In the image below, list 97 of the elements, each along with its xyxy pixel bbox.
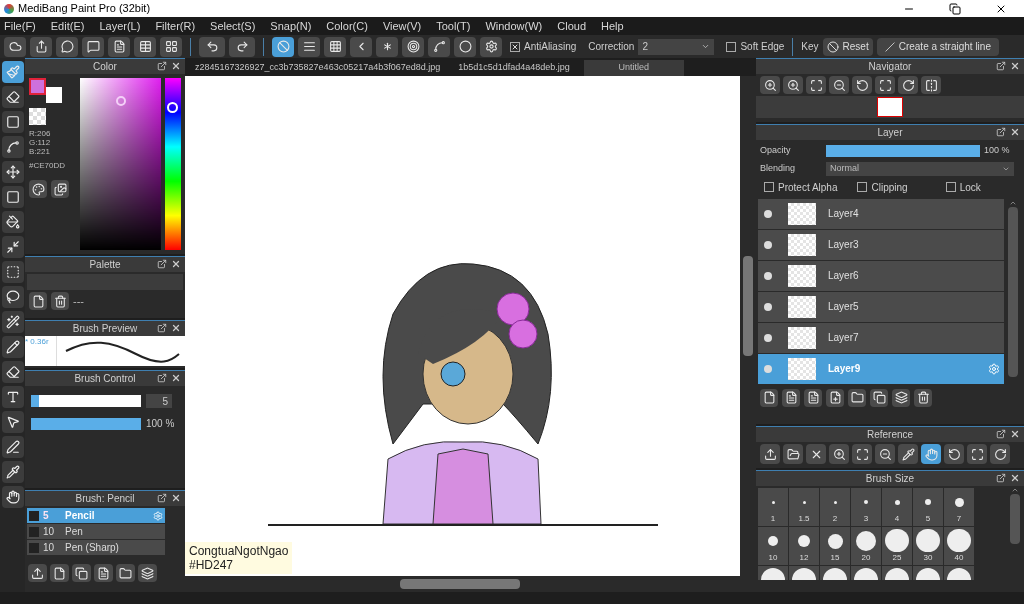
brush-size-cell[interactable]: 25 [882,527,912,565]
size-label: 25 [892,552,902,564]
size-label: 12 [799,552,809,564]
panel-title: Brush Preview [72,322,138,336]
window-title: MediBang Paint Pro (32bit) [18,1,151,17]
document-tab[interactable]: z2845167326927_cc3b735827e463c05217a4b3f067ed8d.jpg [191,60,445,76]
panel-title: Layer [877,126,903,140]
size-label: 3 [863,513,869,525]
hex-value: #CE70DD [29,160,66,172]
brush-size-cell[interactable]: 7 [944,488,974,526]
brush-size-cell[interactable]: 30 [913,527,943,565]
layer-row[interactable]: Layer5 [758,291,1004,323]
blending-dropdown[interactable]: Normal [826,161,1014,176]
panel-title: Navigator [868,60,912,74]
size-label: 20 [861,552,871,564]
rgb-value: B:221 [29,147,51,156]
menu-item[interactable]: File(F) [4,17,36,35]
menu-item[interactable]: Snap(N) [270,17,312,35]
brush-size-cell[interactable]: 4 [882,488,912,526]
size-label: 2 [832,513,838,525]
panel-title: Brush: Pencil [75,492,135,506]
size-label: 40 [954,552,964,564]
panel-title: Reference [866,428,914,442]
panel-title: Brush Size [865,472,915,486]
menu-item[interactable]: Filter(R) [155,17,196,35]
layer-name: Layer4 [828,207,859,221]
brush-size-cell[interactable]: 1.5 [789,488,819,526]
menu-item[interactable]: Select(S) [210,17,256,35]
canvas[interactable]: CongtuaNgotNgao #HD247 [185,76,740,576]
brush-name: Pencil [65,509,95,523]
brush-size-field[interactable]: 5 [146,394,172,408]
menu-item[interactable]: Help [601,17,624,35]
checkbox-label: Protect Alpha [778,180,838,195]
canvas-caption: #HD247 [189,558,235,572]
brush-size-cell[interactable]: 12 [789,527,819,565]
menu-item[interactable]: View(V) [382,17,422,35]
opacity-label: Opacity [760,144,792,157]
menu-item[interactable]: Color(C) [326,17,368,35]
brush-size-cell[interactable]: 5 [913,488,943,526]
size-label: 10 [768,552,778,564]
menu-item[interactable]: Layer(L) [99,17,141,35]
correction-label: Correction [588,40,635,54]
brush-size-cell[interactable]: 1 [758,488,788,526]
layer-row[interactable]: Layer6 [758,260,1004,292]
layer-name: Layer7 [828,331,859,345]
layer-row[interactable]: Layer4 [758,198,1004,230]
brush-size-cell[interactable]: 20 [851,527,881,565]
checkbox-label: Lock [959,180,981,195]
checkbox-label: Clipping [871,180,908,195]
layer-row[interactable]: Layer7 [758,322,1004,354]
brush-name: Pen [65,525,83,539]
document-tab[interactable]: 1b5d1c5d1dfad4a48deb.jpg [454,60,574,76]
brush-size: 10 [43,541,56,555]
menu-item[interactable]: Edit(E) [50,17,85,35]
checkbox-label: Soft Edge [740,40,785,54]
panel-title: Brush Control [74,372,136,386]
canvas-caption: CongtuaNgotNgao [189,544,289,558]
size-label: 1 [770,513,776,525]
brush-size-cell[interactable]: 40 [944,527,974,565]
menu-item[interactable]: Tool(T) [436,17,471,35]
brush-size-reading: * 0.36r [25,336,57,366]
layer-name: Layer3 [828,238,859,252]
brush-row[interactable]: 10 Pen [27,524,165,540]
panel-title: Color [93,60,117,74]
size-label: 1.5 [798,513,810,525]
straight-line-button[interactable]: Create a straight line [876,37,999,56]
size-label: 15 [830,552,840,564]
checkbox-label: AntiAliasing [524,40,577,54]
brush-size-cell[interactable]: 2 [820,488,850,526]
brush-size-cell[interactable]: 3 [851,488,881,526]
rgb-value: R:206 [29,129,52,138]
layer-name: Layer9 [828,362,861,376]
rgb-value: G:112 [29,138,52,147]
brush-name: Pen (Sharp) [65,541,119,555]
layer-name: Layer5 [828,300,859,314]
blending-label: Blending [760,161,797,175]
reset-button[interactable]: Reset [822,37,873,56]
document-tab[interactable]: Untitled [583,60,684,76]
size-label: 4 [894,513,900,525]
correction-dropdown[interactable]: 2 [638,38,715,55]
brush-size: 10 [43,525,56,539]
size-label: 30 [923,552,933,564]
size-label: 5 [925,513,931,525]
brush-size-cell[interactable]: 15 [820,527,850,565]
brush-row[interactable]: 10 Pen (Sharp) [27,540,165,556]
layer-row[interactable]: Layer3 [758,229,1004,261]
menu-item[interactable]: Window(W) [485,17,543,35]
brush-size-cell[interactable]: 10 [758,527,788,565]
panel-title: Palette [89,258,121,272]
key-label: Key [801,40,819,54]
palette-name: --- [73,293,84,309]
menu-item[interactable]: Cloud [557,17,586,35]
layer-name: Layer6 [828,269,859,283]
brush-size: 5 [43,509,50,523]
opacity-reading: 100 % [984,144,1010,157]
brush-opacity-reading: 100 % [146,417,175,431]
size-label: 7 [956,513,962,525]
